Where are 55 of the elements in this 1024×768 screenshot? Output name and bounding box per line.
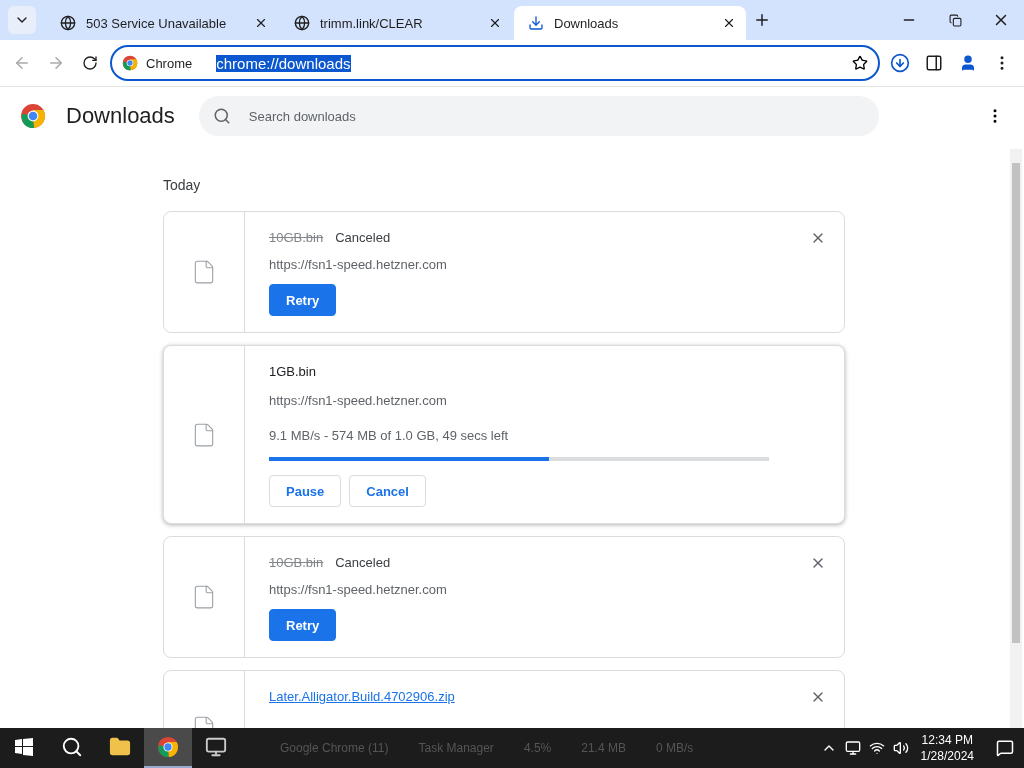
chrome-logo-icon xyxy=(122,55,138,71)
chrome-logo-icon xyxy=(157,736,179,758)
file-name: 10GB.bin xyxy=(269,230,324,245)
section-heading: Today xyxy=(163,177,202,193)
url-text: chrome://downloads xyxy=(216,54,351,72)
close-icon[interactable] xyxy=(488,16,502,30)
source-url: https://fsn1-speed.hetzner.com xyxy=(269,257,448,272)
tab-search-button[interactable] xyxy=(8,6,36,34)
chrome-logo-icon xyxy=(20,103,46,129)
source-url: https://fsn1-speed.hetzner.com xyxy=(269,582,448,597)
background-text: 4.5% xyxy=(523,741,552,755)
search-icon xyxy=(212,107,231,125)
windows-logo-icon[interactable] xyxy=(15,738,33,756)
download-status: Canceled xyxy=(335,230,391,245)
retry-button[interactable]: Retry xyxy=(269,609,337,641)
background-text: 21.4 MB xyxy=(581,741,626,755)
notification-icon[interactable] xyxy=(996,739,1014,757)
clock[interactable]: 12:34 PM 1/28/2024 xyxy=(920,732,974,764)
progress-text: 9.1 MB/s - 574 MB of 1.0 GB, 49 secs left xyxy=(269,428,510,443)
folder-icon[interactable] xyxy=(109,736,131,758)
site-label: Chrome xyxy=(146,55,193,71)
close-icon[interactable] xyxy=(722,16,736,30)
background-text: Google Chrome (11) xyxy=(280,741,389,755)
scrollbar[interactable] xyxy=(1010,149,1022,728)
browser-tab[interactable]: Downloads xyxy=(514,6,746,40)
side-panel-icon[interactable] xyxy=(925,54,943,72)
download-icon[interactable] xyxy=(890,53,910,73)
reload-icon[interactable] xyxy=(82,55,98,71)
search-icon[interactable] xyxy=(61,736,83,758)
globe-icon xyxy=(60,15,76,31)
monitor-icon[interactable] xyxy=(205,736,227,758)
network-icon[interactable] xyxy=(868,740,885,756)
monitor-icon[interactable] xyxy=(844,740,861,756)
browser-tab[interactable]: 503 Service Unavailable xyxy=(46,6,278,40)
download-icon xyxy=(528,15,544,31)
close-icon[interactable] xyxy=(254,16,268,30)
browser-tab[interactable]: trimm.link/CLEAR xyxy=(280,6,512,40)
page-title: Downloads xyxy=(66,103,175,129)
new-tab-icon[interactable] xyxy=(753,11,771,29)
search-field[interactable]: Search downloads xyxy=(246,107,865,125)
cancel-button[interactable]: Cancel xyxy=(349,475,426,507)
file-name: 1GB.bin xyxy=(269,364,317,379)
background-text: Task Manager xyxy=(418,741,494,755)
retry-button[interactable]: Retry xyxy=(269,284,337,316)
source-url: https://fsn1-speed.hetzner.com xyxy=(269,393,448,408)
address-bar[interactable]: Chrome chrome://downloads xyxy=(110,45,880,81)
pause-button[interactable]: Pause xyxy=(269,475,342,507)
globe-icon xyxy=(294,15,310,31)
speaker-icon[interactable] xyxy=(892,740,909,756)
file-name: 10GB.bin xyxy=(269,555,324,570)
search-bar[interactable]: Search downloads xyxy=(198,96,879,136)
star-icon[interactable] xyxy=(852,55,868,71)
restore-icon[interactable] xyxy=(948,13,962,27)
profile-icon[interactable] xyxy=(959,54,977,72)
download-status: Canceled xyxy=(335,555,391,570)
